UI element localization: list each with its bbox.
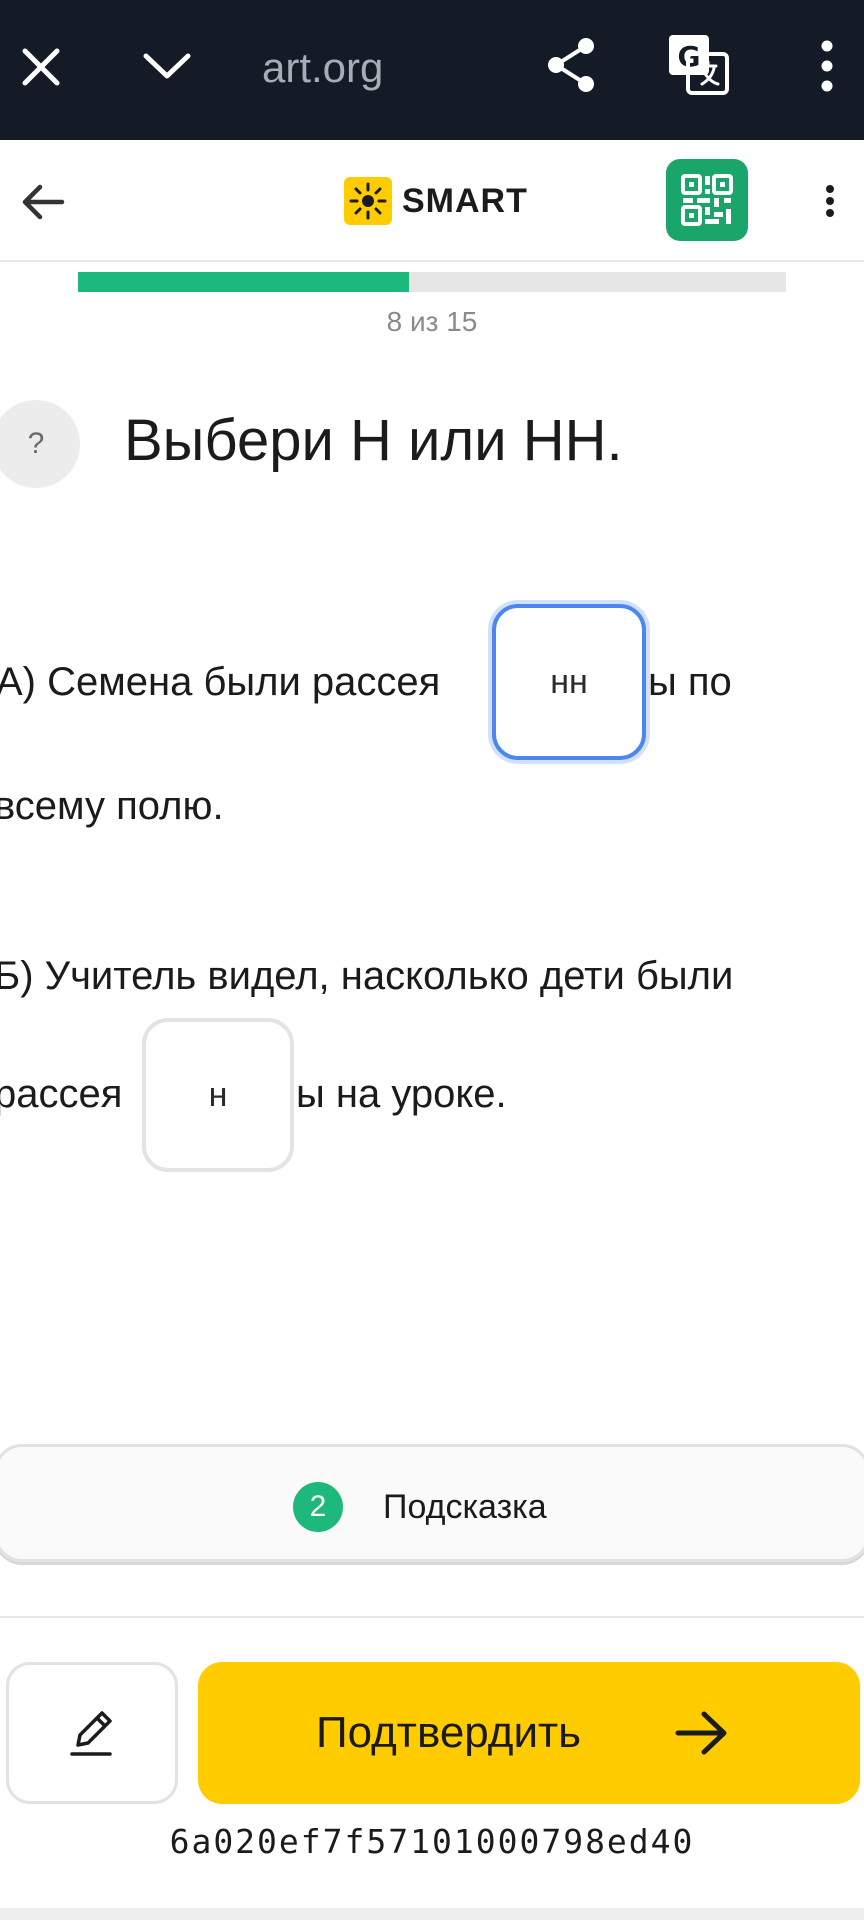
smart-logo[interactable]: SMART bbox=[344, 176, 528, 226]
task-a-answer: нн bbox=[550, 662, 588, 701]
task-b-answer-box[interactable]: н bbox=[142, 1018, 294, 1172]
task-b-line-1: Б) Учитель видел, насколько дети были bbox=[0, 954, 734, 998]
confirm-label: Подтвердить bbox=[316, 1708, 582, 1757]
sun-logo-icon bbox=[344, 177, 392, 225]
question-title: Выбери Н или НН. bbox=[124, 408, 623, 473]
more-vert-icon[interactable] bbox=[812, 38, 842, 94]
close-icon[interactable] bbox=[16, 42, 66, 92]
task-b-text-after: ы на уроке. bbox=[296, 1072, 507, 1116]
task-a-text-before: А) Семена были рассея bbox=[0, 660, 441, 704]
notes-button[interactable] bbox=[6, 1662, 178, 1804]
progress-bar bbox=[78, 272, 786, 292]
translate-icon[interactable]: G bbox=[666, 32, 730, 96]
logo-text: SMART bbox=[402, 181, 528, 220]
kebab-menu-icon[interactable] bbox=[818, 183, 842, 219]
task-b-answer: н bbox=[208, 1075, 228, 1114]
bottom-edge bbox=[0, 1908, 864, 1920]
progress-label: 8 из 15 bbox=[386, 306, 478, 337]
session-id: 6a020ef7f57101000798ed40 bbox=[169, 1822, 695, 1861]
address-bar-url[interactable]: art.org bbox=[262, 40, 383, 96]
browser-toolbar: art.org G bbox=[0, 0, 864, 140]
app-header: SMART bbox=[0, 140, 864, 262]
task-a-text-after: ы по bbox=[648, 660, 732, 704]
arrow-left-icon[interactable] bbox=[18, 177, 68, 227]
help-button[interactable]: ? bbox=[0, 400, 80, 488]
task-a-line-2: всему полю. bbox=[0, 784, 224, 828]
bottom-action-panel: Подтвердить 6a020ef7f57101000798ed40 bbox=[0, 1616, 864, 1920]
share-icon[interactable] bbox=[544, 36, 598, 94]
pencil-icon bbox=[70, 1711, 112, 1756]
hint-count-badge: 2 bbox=[293, 1482, 343, 1532]
chevron-down-icon[interactable] bbox=[140, 48, 194, 84]
qr-code-button[interactable] bbox=[666, 159, 748, 241]
arrow-right-icon bbox=[675, 1711, 727, 1755]
confirm-button[interactable]: Подтвердить bbox=[198, 1662, 860, 1804]
hint-label: Подсказка bbox=[383, 1488, 547, 1526]
task-a-answer-box[interactable]: нн bbox=[492, 604, 646, 760]
hint-button[interactable]: 2 Подсказка bbox=[0, 1444, 864, 1562]
progress-fill bbox=[78, 272, 409, 292]
question-mark-icon: ? bbox=[27, 427, 45, 460]
qr-code-icon bbox=[681, 174, 733, 226]
task-b-text-before: рассея bbox=[0, 1072, 123, 1116]
